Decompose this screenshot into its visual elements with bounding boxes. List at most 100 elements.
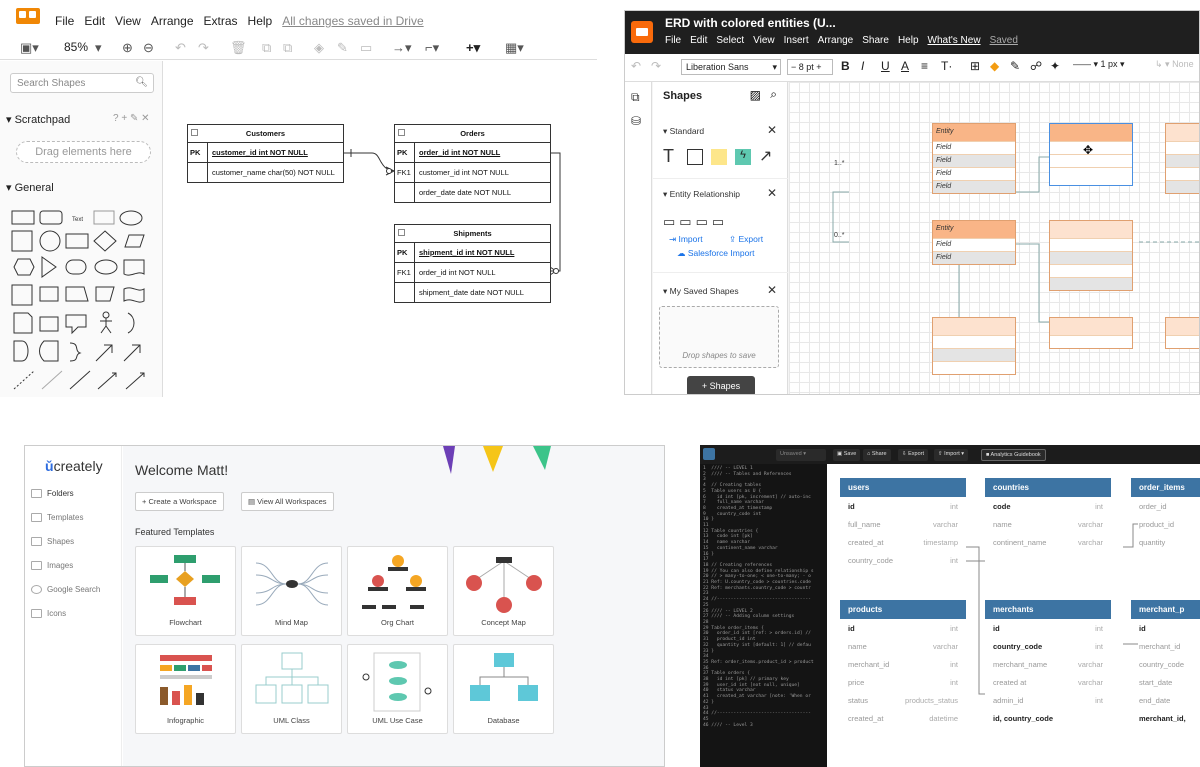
er-table-customers[interactable]: Customers PK customer_id int NOT NULL cus… [187,124,344,183]
save-status[interactable]: All changes saved in Drive [282,14,423,28]
style-icon[interactable]: ☍ [1030,59,1042,73]
nav-google-search[interactable]: Google Search [31,585,100,594]
menu-share[interactable]: Share [862,35,889,46]
italic-icon[interactable]: I [861,59,864,73]
bold-icon[interactable]: B [841,59,850,73]
menu-edit[interactable]: Edit [84,14,105,28]
table-row[interactable]: id [1131,619,1200,637]
menu-help[interactable]: Help [248,14,273,28]
folder-icon[interactable] [631,21,653,43]
table-row[interactable]: merchant_id int [840,655,966,673]
table-row[interactable]: merchant_name varchar [985,655,1111,673]
table-row[interactable]: PK shipment_id int NOT NULL [395,243,550,263]
template-card-flowchart[interactable]: Flowchart [135,546,236,636]
shapes-panel-icon[interactable]: ⧉ [631,90,640,105]
note-tool-icon[interactable] [711,149,727,165]
format-panel-icon[interactable]: ▣▾ [20,40,39,56]
menu-edit[interactable]: Edit [690,35,707,46]
text-shape-icon[interactable]: Text [72,217,83,223]
scratchpad-drop-zone[interactable]: Drag elements here [16,141,151,163]
hotspot-tool-icon[interactable]: ϟ [735,149,751,165]
db-table-merchant-periods[interactable]: merchant_p id merchant_id country_code s… [1131,600,1200,727]
search-shapes-input[interactable]: Search Shapes 🔍︎ [10,73,154,93]
import-button[interactable]: ⇧ Import ▾ [934,449,969,461]
export-link[interactable]: ⇪ Export [729,234,763,245]
table-row[interactable]: start_date [1131,673,1200,691]
menu-extras[interactable]: Extras [204,14,238,28]
lucid-canvas[interactable]: 1..* 0..* Entity Field Field Field Field… [789,82,1199,394]
template-card-concept-map[interactable]: Concept Map [453,546,554,636]
connection-icon[interactable]: →▾ [392,40,412,56]
template-card-database[interactable]: Database [453,644,554,734]
search-icon[interactable]: ⌕ [770,87,777,102]
undo-icon[interactable]: ↶ [175,40,186,56]
close-icon[interactable]: ✕ [767,186,777,200]
data-panel-icon[interactable]: ⛁ [631,114,641,128]
template-card-mind-map[interactable]: Mind Map [241,546,342,636]
entity-shape[interactable] [1049,317,1133,349]
endpoint-select[interactable]: ↳ ▾ None [1155,59,1194,70]
document-title[interactable]: ERD with colored entities (U... [665,16,836,30]
db-table-products[interactable]: products id int name varchar merchant_id in… [840,600,966,727]
table-row[interactable]: created_at timestamp [840,533,966,551]
zoom-select[interactable]: 85% [64,40,88,54]
table-row[interactable]: FK1 order_id int NOT NULL [395,263,550,283]
er-table-shipments[interactable]: Shipments PK shipment_id int NOT NULL FK1… [394,224,551,303]
template-card-infographic[interactable]: Infographic [135,644,236,734]
zoom-in-icon[interactable]: ⊕ [122,40,133,56]
arrow-tool-icon[interactable]: ↗ [759,146,772,166]
table-row[interactable]: product_id [1131,515,1200,533]
search-icon[interactable]: 🔍︎ [135,77,148,88]
table-row[interactable]: id int [840,619,966,637]
template-card-uml-class[interactable]: UML Class [241,644,342,734]
table-row[interactable]: price int [840,673,966,691]
share-button[interactable]: ⌂ Share [863,449,891,461]
close-icon[interactable]: ✕ [767,283,777,297]
font-size-stepper[interactable]: − 8 pt + [787,59,833,75]
standard-section-header[interactable]: ▾ Standard [663,126,704,137]
drawio-canvas[interactable]: Customers PK customer_id int NOT NULL cus… [164,61,597,397]
view-workspaces-button[interactable]: ▤ View All Workspaces [241,492,334,511]
table-row[interactable]: full_name varchar [840,515,966,533]
font-select[interactable]: Liberation Sans ▾ [681,59,781,75]
nav-folders[interactable]: Folders [31,489,74,498]
line-color-icon[interactable]: ✎ [337,40,348,56]
line-color-icon[interactable]: ✎ [1010,59,1020,73]
table-row[interactable]: continent_name varchar [985,533,1111,551]
entity-shape[interactable] [1049,220,1133,291]
save-button[interactable]: ▣ Save [833,449,861,461]
export-button[interactable]: ⇩ Export [898,449,929,461]
rectangle-tool-icon[interactable] [687,149,703,165]
table-row[interactable]: id int [840,497,966,515]
menu-view[interactable]: View [753,35,775,46]
table-row[interactable]: shipment_date date NOT NULL [395,283,550,302]
db-table-merchants[interactable]: merchants id int country_code int merchant… [985,600,1111,727]
text-tool-icon[interactable]: T [663,146,674,167]
scratchpad-header[interactable]: ▾ Scratchpad [6,113,70,126]
text-color-icon[interactable]: A [901,59,909,73]
table-row[interactable]: order_date date NOT NULL [395,183,550,202]
nav-shapes[interactable]: Shapes [31,537,74,546]
db-table-countries[interactable]: countries code int name varchar continent_… [985,478,1111,551]
er-shapes-icon[interactable]: ▭▭▭▭ [663,214,728,230]
table-row[interactable]: name varchar [840,637,966,655]
nav-images[interactable]: Images [31,561,73,570]
table-row[interactable]: PK customer_id int NOT NULL [188,143,343,163]
table-row[interactable]: name varchar [985,515,1111,533]
table-row[interactable]: customer_name char(50) NOT NULL [188,163,343,182]
redo-icon[interactable]: ↷ [198,40,209,56]
block-icon[interactable]: ⊞ [970,59,980,73]
zoom-out-icon[interactable]: ⊖ [143,40,154,56]
whats-new-link[interactable]: What's New [928,35,981,46]
entity-shape[interactable]: Entity Field Field Field Field [932,123,1016,194]
table-row[interactable]: PK order_id int NOT NULL [395,143,550,163]
menu-help[interactable]: Help [898,35,919,46]
image-icon[interactable]: ▨ [750,88,761,102]
table-row[interactable]: id, country_code [985,709,1111,727]
table-row[interactable]: merchant_id [1131,637,1200,655]
table-row[interactable]: created_at datetime [840,709,966,727]
analytics-guidebook-button[interactable]: ■ Analytics Guidebook [981,449,1046,461]
db-table-users[interactable]: users id int full_name varchar created_at t… [840,478,966,569]
redo-icon[interactable]: ↷ [651,59,661,73]
table-row[interactable]: order_id [1131,497,1200,515]
